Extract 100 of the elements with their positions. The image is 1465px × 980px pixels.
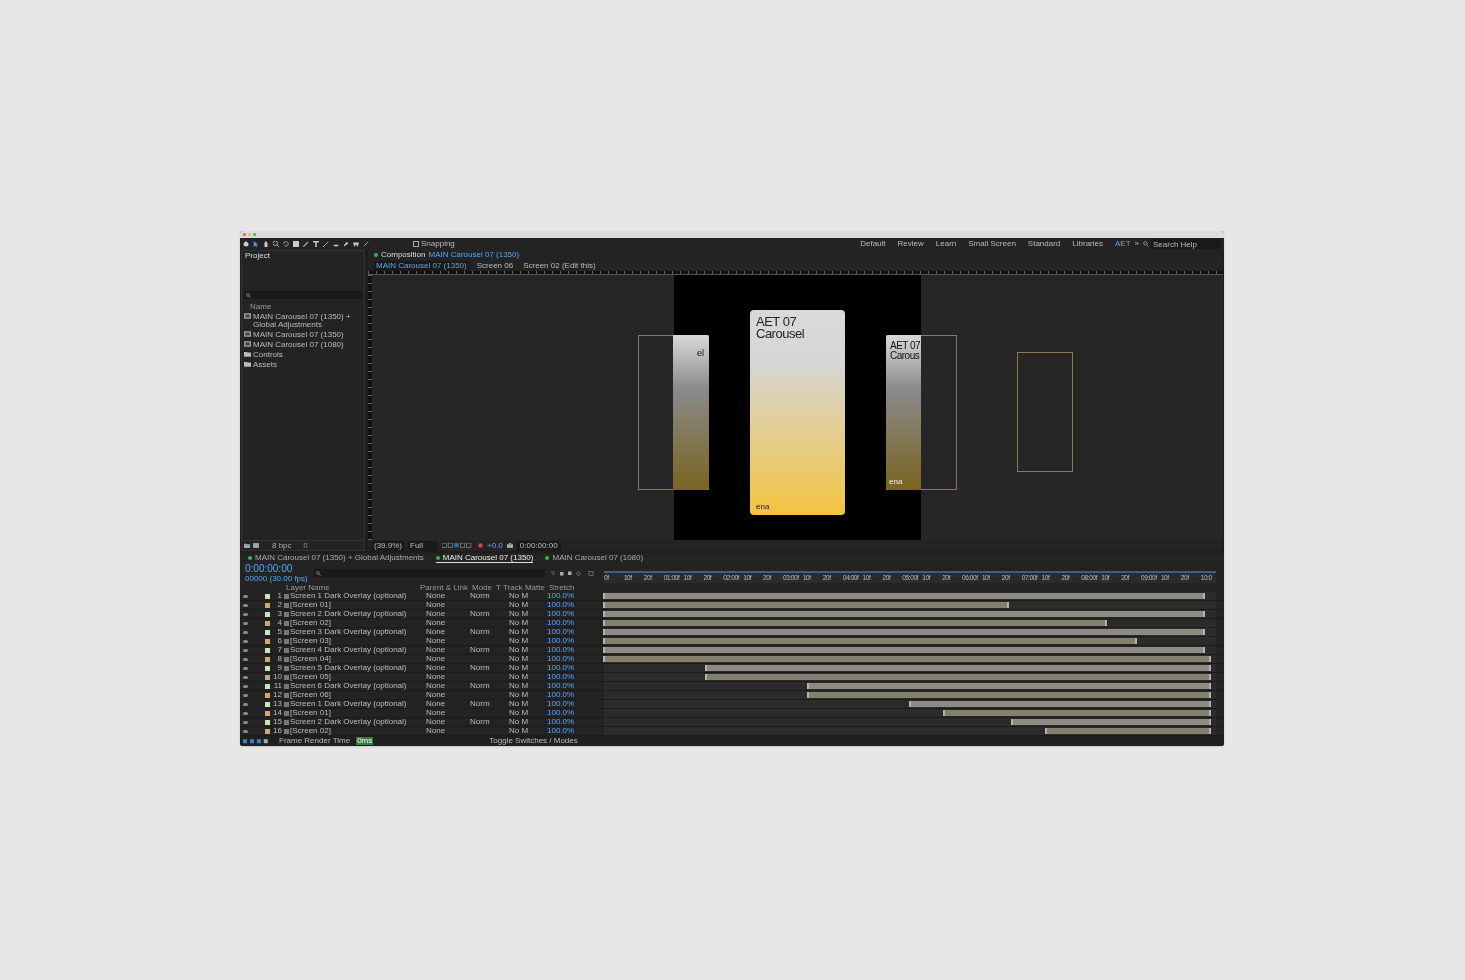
parent-dropdown[interactable]: None	[418, 637, 470, 645]
parent-dropdown[interactable]: None	[418, 691, 470, 699]
track-matte-dropdown[interactable]: No M	[501, 727, 547, 735]
track-matte-dropdown[interactable]: No M	[501, 682, 547, 690]
out-point-handle[interactable]	[1208, 692, 1211, 698]
stretch-value[interactable]: 100.0%	[547, 619, 577, 627]
layer-name[interactable]: [Screen 06]	[284, 691, 418, 699]
track-matte-dropdown[interactable]: No M	[501, 709, 547, 717]
layer-search-field[interactable]	[313, 569, 545, 577]
exposure-value[interactable]: +0.0	[487, 541, 503, 550]
track-matte-dropdown[interactable]: No M	[501, 646, 547, 654]
label-swatch[interactable]	[265, 665, 270, 671]
workspace-tab[interactable]: AET	[1115, 240, 1131, 248]
parent-dropdown[interactable]: None	[418, 718, 470, 726]
parent-dropdown[interactable]: None	[418, 664, 470, 672]
in-point-handle[interactable]	[603, 602, 605, 608]
column-header[interactable]: T	[496, 583, 503, 592]
in-point-handle[interactable]	[603, 620, 605, 626]
out-point-handle[interactable]	[1006, 602, 1009, 608]
resolution-dropdown[interactable]: Full	[408, 540, 438, 551]
in-point-handle[interactable]	[603, 638, 605, 644]
out-point-handle[interactable]	[1208, 701, 1211, 707]
out-point-handle[interactable]	[1208, 674, 1211, 680]
stretch-value[interactable]: 100.0%	[547, 709, 577, 717]
stretch-value[interactable]: 100.0%	[547, 691, 577, 699]
layer-name[interactable]: [Screen 01]	[284, 709, 418, 717]
parent-dropdown[interactable]: None	[418, 682, 470, 690]
stretch-value[interactable]: 100.0%	[547, 628, 577, 636]
track-matte-dropdown[interactable]: No M	[501, 610, 547, 618]
out-point-handle[interactable]	[1208, 683, 1211, 689]
toggle-switches-modes-button[interactable]: Toggle Switches / Modes	[489, 737, 578, 745]
project-search-field[interactable]	[244, 291, 362, 299]
mode-dropdown[interactable]: Norm	[470, 664, 494, 672]
zoom-dropdown[interactable]: (39.9%)	[372, 540, 404, 551]
label-swatch[interactable]	[265, 728, 270, 734]
column-header[interactable]: Layer Name	[286, 583, 420, 592]
mode-dropdown[interactable]: Norm	[470, 718, 494, 726]
timeline-tab[interactable]: MAIN Carousel 07 (1080)	[545, 553, 644, 563]
stretch-value[interactable]: 100.0%	[547, 727, 577, 735]
project-item[interactable]: MAIN Carousel 07 (1350) + Global Adjustments	[242, 313, 364, 329]
track-matte-dropdown[interactable]: No M	[501, 619, 547, 627]
track-matte-dropdown[interactable]: No M	[501, 691, 547, 699]
label-swatch[interactable]	[265, 674, 270, 680]
in-point-handle[interactable]	[806, 692, 809, 698]
home-icon[interactable]	[243, 241, 249, 247]
workspace-tab[interactable]: Small Screen	[968, 240, 1016, 248]
column-header[interactable]: Track Matte	[503, 583, 549, 592]
track-matte-dropdown[interactable]: No M	[501, 718, 547, 726]
layer-name[interactable]: [Screen 02]	[284, 727, 418, 735]
layer-name[interactable]: Screen 1 Dark Overlay (optional)	[284, 592, 418, 600]
viewer-tab[interactable]: MAIN Carousel 07 (1350)	[374, 260, 469, 271]
label-swatch[interactable]	[265, 692, 270, 698]
label-swatch[interactable]	[265, 593, 270, 599]
layer-name[interactable]: Screen 2 Dark Overlay (optional)	[284, 610, 418, 618]
parent-dropdown[interactable]: None	[418, 610, 470, 618]
layer-name[interactable]: [Screen 03]	[284, 637, 418, 645]
parent-dropdown[interactable]: None	[418, 646, 470, 654]
parent-dropdown[interactable]: None	[418, 727, 470, 735]
label-swatch[interactable]	[265, 701, 270, 707]
label-swatch[interactable]	[265, 629, 270, 635]
color-channel-icon[interactable]	[478, 543, 483, 548]
in-point-handle[interactable]	[705, 665, 708, 671]
layer-name[interactable]: Screen 3 Dark Overlay (optional)	[284, 628, 418, 636]
mode-dropdown[interactable]: Norm	[470, 628, 494, 636]
selection-arrow-icon[interactable]	[253, 241, 259, 247]
stretch-value[interactable]: 100.0%	[547, 646, 577, 654]
zoom-icon[interactable]	[273, 241, 279, 247]
layer-name[interactable]: Screen 1 Dark Overlay (optional)	[284, 700, 418, 708]
mode-dropdown[interactable]: Norm	[470, 610, 494, 618]
stretch-value[interactable]: 100.0%	[547, 700, 577, 708]
stretch-value[interactable]: 100.0%	[547, 610, 577, 618]
label-swatch[interactable]	[265, 719, 270, 725]
project-item[interactable]: MAIN Carousel 07 (1350)	[242, 331, 364, 339]
column-header[interactable]: Mode	[472, 583, 496, 592]
viewer-tab[interactable]: Screen 02 (Edit this)	[521, 260, 598, 271]
out-point-handle[interactable]	[1208, 665, 1211, 671]
track-matte-dropdown[interactable]: No M	[501, 700, 547, 708]
track-matte-dropdown[interactable]: No M	[501, 673, 547, 681]
timeline-tab[interactable]: MAIN Carousel 07 (1350)	[435, 553, 534, 563]
out-point-handle[interactable]	[1208, 710, 1211, 716]
mode-dropdown[interactable]: Norm	[470, 682, 494, 690]
in-point-handle[interactable]	[603, 647, 605, 653]
in-point-handle[interactable]	[603, 629, 605, 635]
stretch-value[interactable]: 100.0%	[547, 601, 577, 609]
parent-dropdown[interactable]: None	[418, 655, 470, 663]
workspace-tab[interactable]: Review	[897, 240, 924, 248]
out-point-handle[interactable]	[1208, 719, 1211, 725]
label-swatch[interactable]	[265, 611, 270, 617]
mode-dropdown[interactable]: Norm	[470, 592, 494, 600]
mode-dropdown[interactable]: Norm	[470, 646, 494, 654]
search-help-field[interactable]: Search Help	[1151, 239, 1221, 249]
in-point-handle[interactable]	[1011, 719, 1014, 725]
out-point-handle[interactable]	[1135, 638, 1138, 644]
label-swatch[interactable]	[265, 647, 270, 653]
trash-icon[interactable]	[302, 543, 308, 548]
layer-name[interactable]: [Screen 05]	[284, 673, 418, 681]
in-point-handle[interactable]	[909, 701, 911, 707]
more-workspaces-button[interactable]: »	[1134, 240, 1139, 248]
track-matte-dropdown[interactable]: No M	[501, 592, 547, 600]
viewer-tab[interactable]: Screen 06	[474, 260, 516, 271]
